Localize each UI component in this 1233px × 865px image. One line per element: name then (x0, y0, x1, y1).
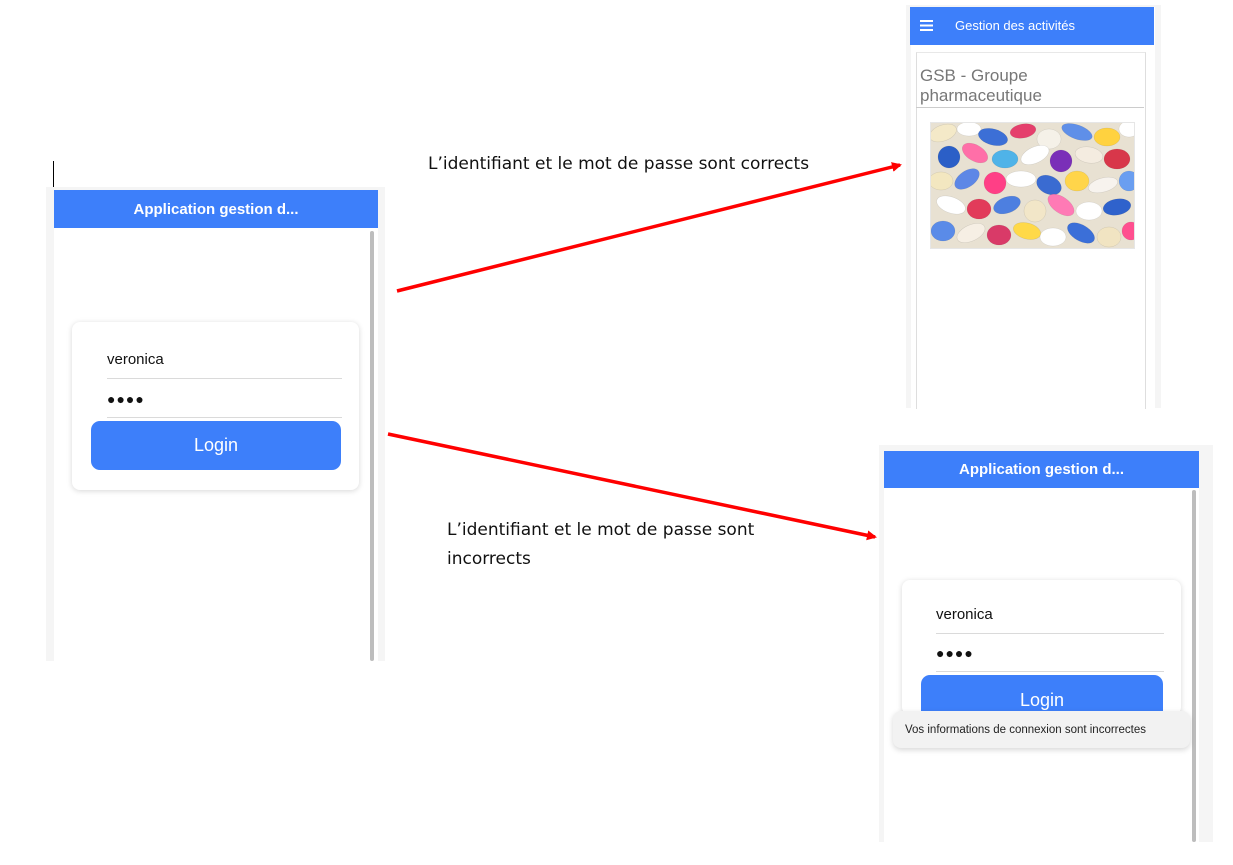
login-button[interactable]: Login (921, 675, 1163, 715)
arrow-to-success (396, 162, 902, 293)
incorrect-annotation-line1: L’identifiant et le mot de passe sont (447, 520, 755, 540)
correct-annotation: L’identifiant et le mot de passe sont co… (428, 154, 810, 174)
page-heading: GSB - Groupe pharmaceutique (920, 66, 1042, 105)
error-toast: Vos informations de connexion sont incor… (893, 711, 1190, 748)
scrollbar[interactable] (1192, 490, 1196, 842)
failure-screen: Application gestion d... veronica ●●●● L… (879, 445, 1213, 842)
hamburger-menu-icon[interactable] (920, 20, 934, 32)
app-title-bar: Application gestion d... (884, 451, 1199, 488)
username-input[interactable]: veronica (936, 596, 1164, 634)
app-title: Application gestion d... (959, 461, 1124, 478)
heading-divider (916, 107, 1144, 108)
pills-image (930, 122, 1135, 249)
login-card: veronica ●●●● Login (902, 580, 1181, 715)
error-message: Vos informations de connexion sont incor… (905, 723, 1146, 736)
incorrect-annotation-line2: incorrects (447, 549, 531, 569)
success-screen: Gestion des activités GSB - Groupe pharm… (906, 5, 1161, 409)
app-header: Gestion des activités (910, 7, 1154, 45)
app-title: Gestion des activités (955, 18, 1075, 33)
password-input[interactable]: ●●●● (936, 635, 1164, 672)
